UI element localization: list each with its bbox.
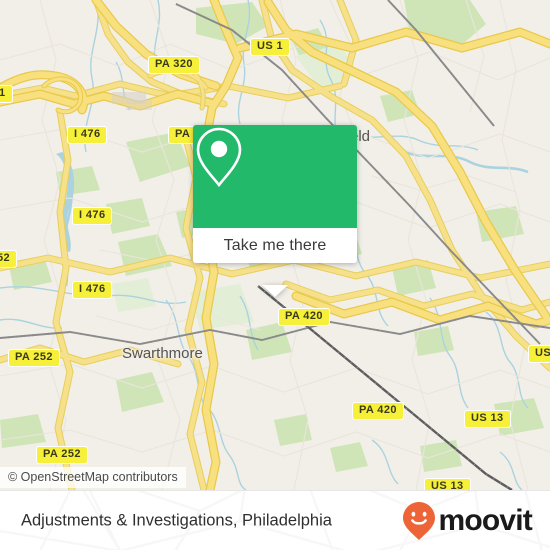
map-pin-icon <box>196 127 242 188</box>
place-label-swarthmore: Swarthmore <box>122 345 203 362</box>
road-shield: PA 420 <box>278 308 330 326</box>
road-shield: US 13 <box>424 478 471 490</box>
road-shield: US <box>528 345 550 363</box>
moovit-wordmark: moovit <box>438 504 532 537</box>
road-shield: I 476 <box>72 207 113 225</box>
map-canvas[interactable]: .pk{fill:#cfe5b8} .pk2{fill:#e3eed6} .wa… <box>0 0 550 490</box>
road-shield: 1 <box>0 85 13 103</box>
road-shield: PA 320 <box>148 56 200 74</box>
page-title: Adjustments & Investigations, Philadelph… <box>21 511 332 530</box>
moovit-logo[interactable]: moovit <box>402 501 533 541</box>
road-shield: PA 252 <box>8 349 60 367</box>
callout-header <box>193 125 357 228</box>
road-shield: US 13 <box>464 410 511 428</box>
road-shield: US 1 <box>250 38 291 56</box>
road-shield: 52 <box>0 250 18 268</box>
map-attribution[interactable]: © OpenStreetMap contributors <box>0 467 186 488</box>
take-me-there-label: Take me there <box>223 236 327 254</box>
moovit-smiley-pin-icon <box>403 502 436 540</box>
moovit-map-screenshot: .pk{fill:#cfe5b8} .pk2{fill:#e3eed6} .wa… <box>0 0 550 550</box>
callout-pointer <box>262 285 288 297</box>
road-shield: I 476 <box>67 126 108 144</box>
road-shield: PA 252 <box>36 446 88 464</box>
road-shield: I 476 <box>72 281 113 299</box>
bottom-info-bar: Adjustments & Investigations, Philadelph… <box>0 490 550 550</box>
callout-action[interactable]: Take me there <box>193 228 357 263</box>
destination-callout[interactable]: Take me there <box>193 125 357 297</box>
road-shield: PA 420 <box>352 402 404 420</box>
